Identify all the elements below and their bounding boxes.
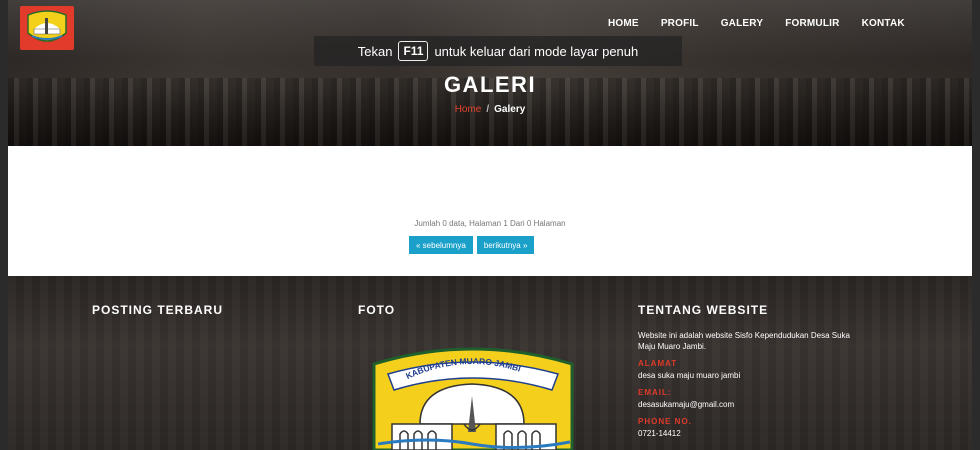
- breadcrumb: Home / Galery: [8, 104, 972, 115]
- hero-header: HOME PROFIL GALERY FORMULIR KONTAK Tekan…: [8, 0, 972, 146]
- footer-about-heading: TENTANG WEBSITE: [638, 303, 769, 317]
- nav-home[interactable]: HOME: [608, 18, 639, 29]
- prev-page-button[interactable]: « sebelumnya: [409, 236, 473, 254]
- next-page-button[interactable]: berikutnya »: [476, 236, 535, 254]
- nav-formulir[interactable]: FORMULIR: [785, 18, 839, 29]
- footer-photo-heading: FOTO: [358, 303, 396, 317]
- phone-label: PHONE NO.: [638, 417, 692, 426]
- breadcrumb-current: Galery: [494, 104, 526, 115]
- email-value[interactable]: desasukamaju@gmail.com: [638, 399, 858, 410]
- fullscreen-notice-prefix: Tekan: [357, 43, 393, 59]
- pagination: « sebelumnya berikutnya »: [409, 236, 535, 254]
- nav-galery[interactable]: GALERY: [721, 18, 764, 29]
- f11-key-badge: F11: [398, 41, 429, 61]
- pagination-info: Jumlah 0 data, Halaman 1 Dari 0 Halaman: [414, 219, 566, 228]
- email-label: EMAIL:: [638, 388, 672, 397]
- footer-about: Website ini adalah website Sisfo Kependu…: [638, 329, 858, 439]
- address-label: ALAMAT: [638, 359, 678, 368]
- address-value: desa suka maju muaro jambi: [638, 371, 741, 380]
- about-text: Website ini adalah website Sisfo Kependu…: [638, 331, 850, 351]
- site-logo[interactable]: [20, 6, 74, 50]
- fullscreen-notice: Tekan F11 untuk keluar dari mode layar p…: [314, 36, 682, 66]
- emblem-logo-icon: [27, 10, 67, 42]
- breadcrumb-separator: /: [486, 104, 490, 115]
- kabupaten-emblem-image: KABUPATEN MUARO JAMBI: [372, 347, 574, 450]
- page-title: GALERI: [443, 72, 537, 97]
- footer-latest-posts-heading: POSTING TERBARU: [92, 303, 224, 317]
- fullscreen-notice-suffix: untuk keluar dari mode layar penuh: [434, 43, 639, 59]
- nav-profil[interactable]: PROFIL: [661, 18, 699, 29]
- main-nav: HOME PROFIL GALERY FORMULIR KONTAK: [608, 18, 927, 29]
- gallery-content: Jumlah 0 data, Halaman 1 Dari 0 Halaman …: [8, 146, 972, 276]
- nav-kontak[interactable]: KONTAK: [862, 18, 905, 29]
- site-footer: POSTING TERBARU FOTO TENTANG WEBSITE KAB…: [8, 276, 972, 450]
- breadcrumb-home-link[interactable]: Home: [455, 104, 482, 115]
- phone-value: 0721-14412: [638, 429, 681, 438]
